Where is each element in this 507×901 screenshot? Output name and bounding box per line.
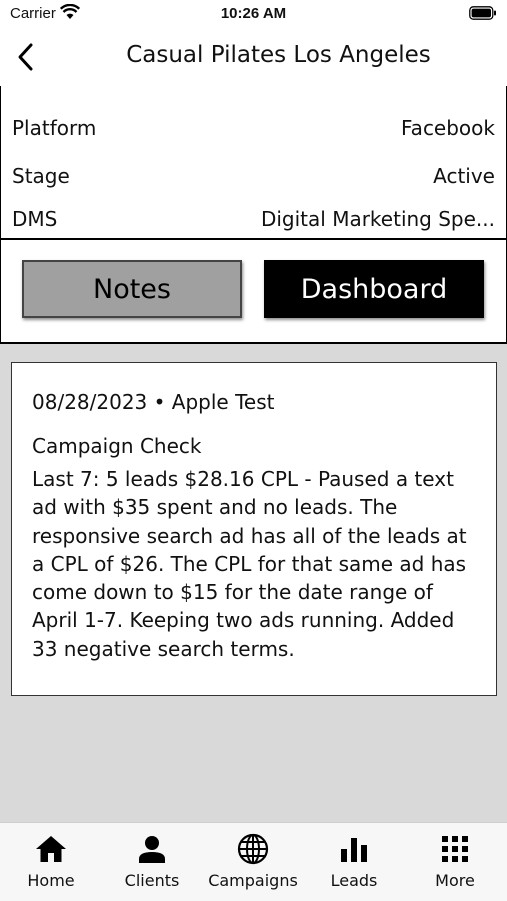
tab-home-label: Home: [27, 871, 75, 890]
client-info-panel: Platform Facebook Stage Active DMS Digit…: [0, 86, 507, 344]
tab-campaigns-label: Campaigns: [208, 871, 298, 890]
page-title: Casual Pilates Los Angeles: [126, 42, 431, 68]
note-type: Campaign Check: [32, 434, 202, 458]
globe-icon: [237, 833, 269, 865]
tab-clients[interactable]: Clients: [102, 823, 202, 901]
home-icon: [36, 836, 66, 862]
grid-icon: [442, 836, 468, 862]
tab-campaigns[interactable]: Campaigns: [203, 823, 303, 901]
stage-label: Stage: [12, 164, 70, 188]
divider: [1, 238, 506, 240]
navigation-bar: Casual Pilates Los Angeles: [0, 30, 507, 86]
back-button[interactable]: [16, 42, 46, 72]
tab-leads[interactable]: Leads: [304, 823, 404, 901]
person-icon: [139, 836, 165, 863]
tab-more[interactable]: More: [405, 823, 505, 901]
clock: 10:26 AM: [220, 5, 287, 22]
tab-bar: Home Clients Campaigns Leads More: [0, 822, 507, 901]
tab-clients-label: Clients: [124, 871, 180, 890]
stage-value: Active: [433, 164, 495, 188]
tab-leads-label: Leads: [330, 871, 378, 890]
battery-icon: [469, 6, 497, 25]
platform-label: Platform: [12, 116, 97, 140]
tab-more-label: More: [435, 871, 475, 890]
dms-value: Digital Marketing Spe...: [260, 207, 495, 231]
platform-value: Facebook: [401, 116, 495, 140]
status-bar: Carrier 10:26 AM: [0, 0, 507, 30]
dms-label: DMS: [12, 207, 58, 231]
dashboard-button[interactable]: Dashboard: [264, 260, 484, 318]
note-body: Last 7: 5 leads $28.16 CPL - Paused a te…: [32, 467, 467, 661]
tab-home[interactable]: Home: [1, 823, 101, 901]
note-meta: 08/28/2023 • Apple Test: [32, 390, 275, 414]
chevron-left-icon: [18, 43, 33, 71]
bar-chart-icon: [341, 838, 367, 862]
notes-button[interactable]: Notes: [22, 260, 242, 318]
note-card[interactable]: 08/28/2023 • Apple Test Campaign Check L…: [11, 362, 497, 696]
